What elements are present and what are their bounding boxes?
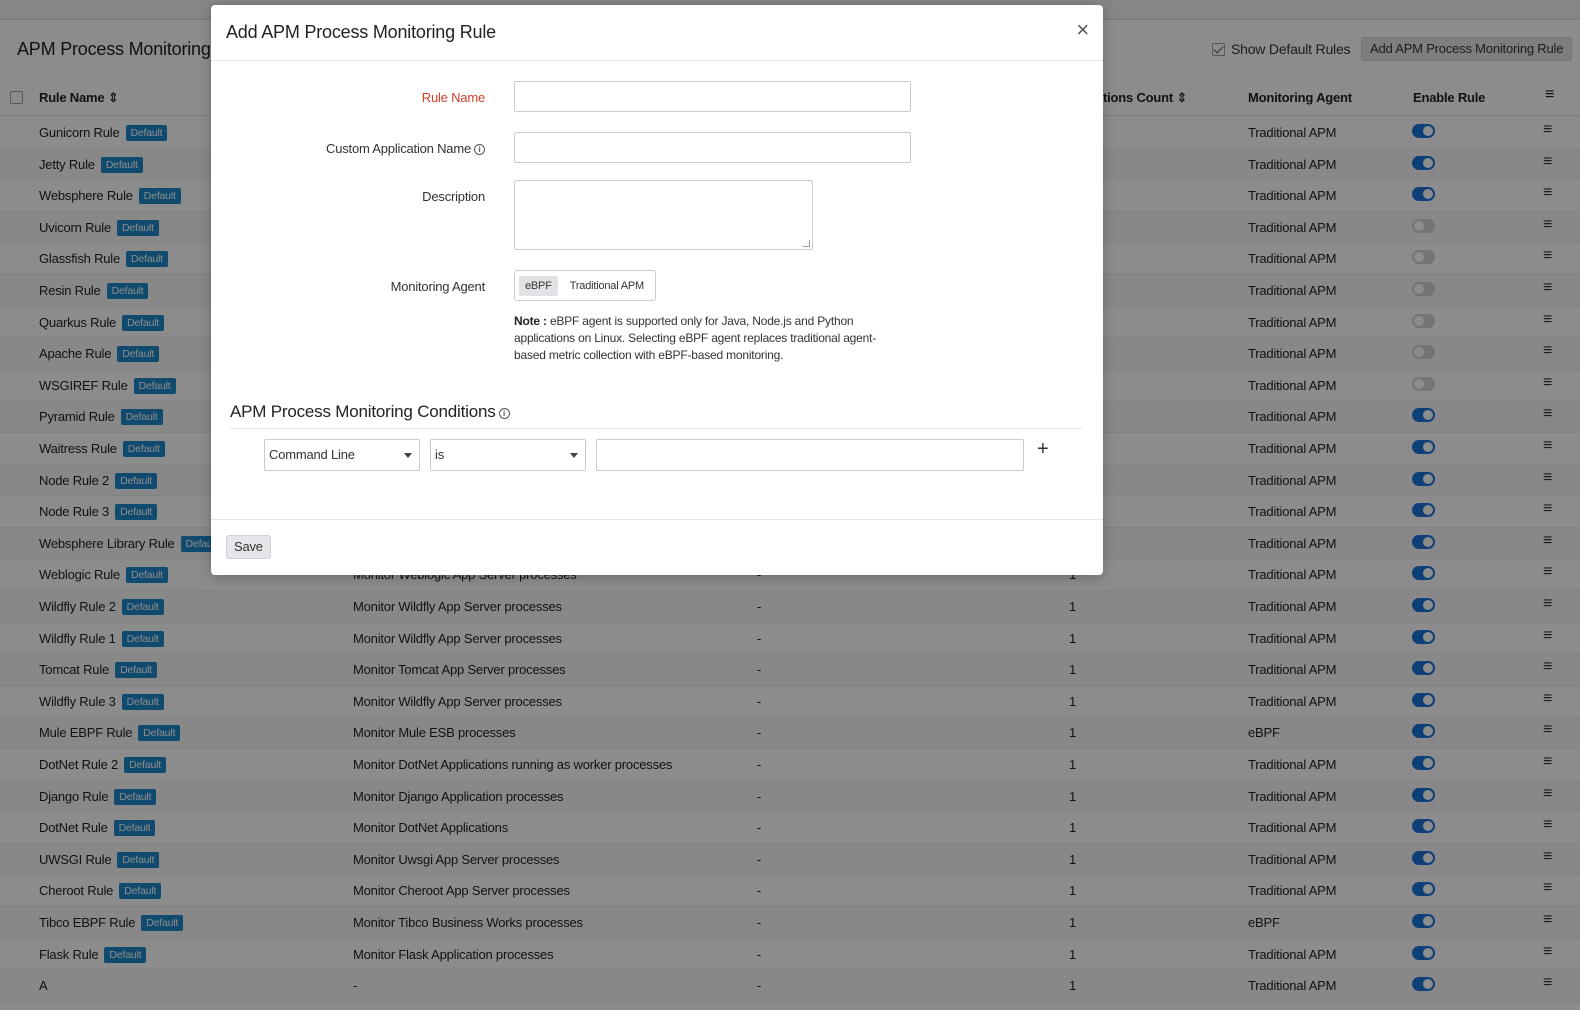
add-condition-plus-icon[interactable]: + — [1037, 438, 1049, 461]
description-label: Description — [422, 189, 485, 204]
info-icon[interactable]: i — [474, 144, 485, 155]
conditions-section-title: APM Process Monitoring Conditions i — [230, 402, 510, 422]
close-icon[interactable]: × — [1076, 19, 1089, 41]
agent-option-ebpf[interactable]: eBPF — [519, 275, 558, 296]
section-divider — [230, 428, 1082, 429]
save-button[interactable]: Save — [226, 535, 271, 559]
custom-app-name-input[interactable] — [514, 132, 911, 163]
description-textarea[interactable] — [514, 180, 813, 250]
modal-header: Add APM Process Monitoring Rule × — [211, 5, 1103, 61]
note-label: Note : — [514, 314, 547, 328]
custom-app-name-label: Custom Application Name i — [211, 141, 485, 156]
monitoring-agent-switch[interactable]: eBPF Traditional APM — [514, 270, 656, 301]
rule-name-label: Rule Name — [421, 90, 485, 105]
modal-footer: Save — [211, 519, 1103, 575]
modal-title: Add APM Process Monitoring Rule — [226, 22, 496, 42]
monitoring-agent-label: Monitoring Agent — [390, 279, 486, 294]
condition-field-select[interactable]: Command Line — [264, 439, 420, 471]
info-icon[interactable]: i — [498, 408, 510, 419]
condition-value-input[interactable] — [596, 439, 1024, 471]
agent-option-traditional-apm[interactable]: Traditional APM — [564, 276, 650, 296]
rule-name-input[interactable] — [514, 81, 911, 112]
note-text: eBPF agent is supported only for Java, N… — [514, 314, 877, 362]
agent-note: Note : eBPF agent is supported only for … — [514, 313, 894, 364]
add-rule-modal: Add APM Process Monitoring Rule × Rule N… — [211, 5, 1103, 575]
condition-operator-select[interactable]: is — [430, 439, 586, 471]
